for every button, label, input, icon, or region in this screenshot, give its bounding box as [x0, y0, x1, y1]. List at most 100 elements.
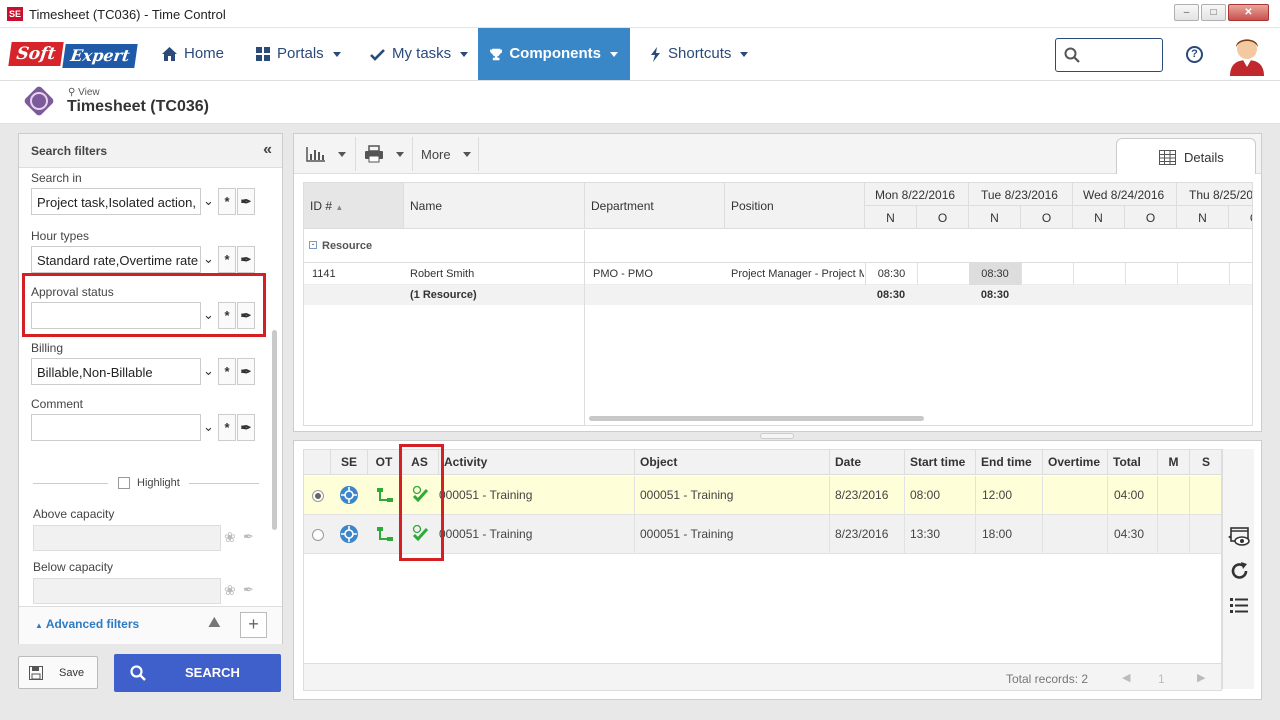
below-capacity-input[interactable] — [33, 578, 221, 604]
search-button[interactable]: SEARCH — [114, 654, 281, 692]
next-page-icon[interactable]: ▶ — [1197, 671, 1205, 684]
billing-select[interactable]: Billable,Non-Billable — [31, 358, 201, 385]
close-button[interactable]: ✕ — [1228, 4, 1269, 21]
highlight-checkbox[interactable] — [118, 477, 130, 489]
more-menu-button[interactable]: More — [413, 137, 479, 171]
chevron-down-icon — [462, 151, 471, 157]
chevron-down-icon — [610, 51, 618, 57]
nav-my-tasks[interactable]: My tasks — [358, 28, 480, 80]
view-record-icon[interactable] — [1228, 527, 1250, 547]
chevron-down-icon[interactable]: ⌄ — [200, 302, 217, 329]
col-s-header[interactable]: S — [1190, 450, 1221, 475]
collapse-group-icon[interactable]: - — [309, 240, 317, 249]
chevron-down-icon — [460, 51, 469, 57]
chart-button[interactable] — [298, 137, 356, 171]
panel-splitter-handle[interactable] — [760, 433, 794, 439]
row-radio[interactable] — [312, 490, 324, 502]
col-end-header[interactable]: End time — [976, 450, 1043, 475]
softexpert-logo[interactable]: Soft Expert — [8, 42, 138, 68]
row-activity: 000051 - Training — [439, 488, 533, 502]
group-row[interactable]: - Resource — [304, 230, 585, 263]
save-button[interactable]: Save — [18, 656, 98, 689]
add-filter-button[interactable]: + — [240, 612, 267, 638]
row-id: 1141 — [312, 268, 336, 280]
more-label: More — [421, 146, 451, 162]
highlight-label: Highlight — [137, 477, 180, 489]
broom-icon[interactable]: ⛰ — [208, 614, 221, 631]
col-se-header[interactable]: SE — [331, 450, 368, 475]
nav-components[interactable]: Components — [478, 28, 630, 80]
printer-icon — [365, 145, 383, 163]
user-avatar[interactable] — [1228, 32, 1266, 76]
col-id-header[interactable]: ID # ▲ — [304, 183, 404, 229]
above-capacity-input[interactable] — [33, 525, 221, 551]
col-activity-header[interactable]: Activity — [439, 450, 635, 475]
horizontal-scrollbar[interactable] — [589, 416, 924, 421]
col-m-header[interactable]: M — [1158, 450, 1190, 475]
advanced-filters-link[interactable]: ▲ Advanced filters — [35, 617, 139, 631]
search-in-select[interactable]: Project task,Isolated action, — [31, 188, 201, 215]
list-icon[interactable] — [1230, 597, 1248, 613]
eraser-icon[interactable]: ✒ — [237, 188, 255, 215]
col-ot-header[interactable]: OT — [368, 450, 401, 475]
comment-select[interactable] — [31, 414, 201, 441]
col-position-header[interactable]: Position — [725, 183, 865, 229]
col-start-header[interactable]: Start time — [905, 450, 976, 475]
col-total-header[interactable]: Total — [1108, 450, 1158, 475]
clear-search-in-button[interactable]: * — [218, 188, 236, 215]
triangle-up-icon: ▲ — [35, 621, 43, 630]
row-activity: 000051 - Training — [439, 527, 533, 541]
refresh-icon[interactable] — [1230, 561, 1250, 581]
app-icon: SE — [7, 7, 23, 21]
collapse-icon[interactable]: « — [263, 141, 272, 159]
clear-hour-types-button[interactable]: * — [218, 246, 236, 273]
col-department-header[interactable]: Department — [585, 183, 725, 229]
chevron-down-icon[interactable]: ⌄ — [200, 188, 217, 215]
nav-portals[interactable]: Portals — [244, 28, 353, 80]
hour-types-select[interactable]: Standard rate,Overtime rate — [31, 246, 201, 273]
palette-icon: ❀ — [224, 582, 236, 598]
clear-comment-button[interactable]: * — [218, 414, 236, 441]
row-radio[interactable] — [312, 529, 324, 541]
row-start: 13:30 — [910, 527, 941, 541]
chevron-down-icon[interactable]: ⌄ — [200, 246, 217, 273]
eraser-icon[interactable]: ✒ — [237, 414, 255, 441]
global-search-input[interactable] — [1055, 38, 1163, 72]
above-capacity-label: Above capacity — [33, 507, 115, 521]
print-button[interactable] — [356, 137, 413, 171]
bolt-icon — [651, 46, 660, 62]
chevron-down-icon — [338, 151, 346, 157]
col-name-header[interactable]: Name — [404, 183, 585, 229]
chevron-down-icon — [740, 51, 749, 57]
eraser-icon[interactable]: ✒ — [237, 302, 255, 329]
maximize-button[interactable]: □ — [1201, 4, 1226, 21]
nav-portals-label: Portals — [277, 45, 324, 62]
clock-icon — [30, 92, 48, 110]
cell-tue-n: 08:30 — [969, 263, 1021, 285]
col-n-header: N — [865, 206, 917, 229]
filters-scrollbar[interactable] — [272, 330, 277, 530]
chevron-down-icon[interactable]: ⌄ — [200, 358, 217, 385]
minimize-button[interactable]: – — [1174, 4, 1199, 21]
approval-status-select[interactable] — [31, 302, 201, 329]
save-button-label: Save — [59, 667, 85, 679]
total-tue-n: 08:30 — [980, 289, 1010, 301]
eraser-icon[interactable]: ✒ — [237, 246, 255, 273]
clear-billing-button[interactable]: * — [218, 358, 236, 385]
row-position: Project Manager - Project M — [731, 268, 864, 280]
nav-shortcuts[interactable]: Shortcuts — [638, 28, 760, 80]
col-overtime-header[interactable]: Overtime — [1043, 450, 1108, 475]
help-icon[interactable]: ? — [1186, 46, 1203, 63]
chevron-down-icon[interactable]: ⌄ — [200, 414, 217, 441]
prev-page-icon[interactable]: ◀ — [1122, 671, 1130, 684]
col-date-header[interactable]: Date — [830, 450, 905, 475]
eraser-icon[interactable]: ✒ — [237, 358, 255, 385]
table-row[interactable]: 1141 Robert Smith PMO - PMO Project Mana… — [304, 263, 1252, 285]
col-object-header[interactable]: Object — [635, 450, 830, 475]
group-label: Resource — [322, 240, 373, 252]
tab-details[interactable]: Details — [1116, 138, 1256, 174]
clear-approval-button[interactable]: * — [218, 302, 236, 329]
col-day-header: Tue 8/23/2016 — [969, 183, 1073, 206]
nav-home[interactable]: Home — [150, 28, 236, 80]
floppy-icon — [29, 666, 43, 680]
